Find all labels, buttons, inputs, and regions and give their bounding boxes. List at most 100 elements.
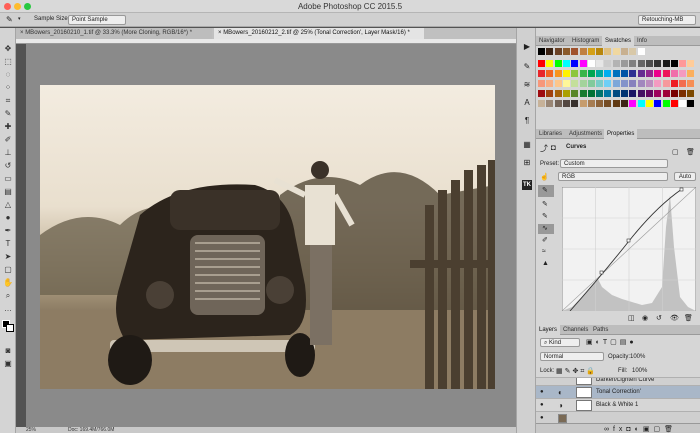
zoom-tool-icon[interactable]: ⌕ <box>3 291 13 301</box>
eye-icon[interactable]: ● <box>540 389 544 395</box>
layer-actions-icons[interactable]: ∞fx◘◐▣▢🗑 <box>604 425 677 433</box>
color-swatch[interactable] <box>554 80 562 87</box>
layer-row[interactable]: ● <box>536 411 700 423</box>
color-swatch[interactable] <box>637 48 645 55</box>
color-swatch[interactable] <box>679 80 687 87</box>
more-tools-icon[interactable]: … <box>3 304 13 314</box>
color-swatch[interactable] <box>571 60 579 67</box>
color-swatch[interactable] <box>596 80 604 87</box>
path-select-tool-icon[interactable]: ➤ <box>3 252 13 262</box>
tab-layers[interactable]: Layers <box>536 325 561 335</box>
color-swatch[interactable] <box>621 48 628 55</box>
on-image-adjust-icon[interactable]: ☝ <box>540 173 549 181</box>
gradient-tool-icon[interactable]: ▤ <box>3 187 13 197</box>
edit-points-icon[interactable]: ∿ <box>538 224 554 234</box>
lock-icons[interactable]: ▦✎✥⌗🔒 <box>556 367 597 376</box>
color-swatch[interactable] <box>587 48 595 55</box>
tab-histogram[interactable]: Histogram <box>569 36 602 46</box>
color-swatch[interactable] <box>604 100 612 107</box>
color-swatch[interactable] <box>654 80 662 87</box>
layer-comps-icon[interactable]: ▦ <box>522 140 532 150</box>
canvas-area[interactable] <box>26 44 516 430</box>
color-swatch[interactable] <box>612 90 620 97</box>
color-swatch[interactable] <box>604 80 612 87</box>
hand-tool-icon[interactable]: ✋ <box>3 278 13 288</box>
color-swatch[interactable] <box>670 80 678 87</box>
delete-adjustment-icon[interactable]: 🗑 <box>684 314 693 322</box>
channel-select[interactable]: RGB <box>558 172 668 181</box>
color-swatch[interactable] <box>546 90 554 97</box>
document-tab-active[interactable]: × MBowers_20160212_2.tif @ 25% (Tonal Co… <box>214 28 424 39</box>
color-swatch[interactable] <box>612 60 620 67</box>
color-swatch[interactable] <box>538 60 545 67</box>
opacity-value[interactable]: 100% <box>630 354 645 360</box>
history-brush-tool-icon[interactable]: ↺ <box>3 161 13 171</box>
adjust-icon[interactable]: ≋ <box>522 80 532 90</box>
reset-icon[interactable]: ↺ <box>656 314 662 322</box>
color-swatch[interactable] <box>637 80 645 87</box>
layer-filter-icons[interactable]: ▣◐T▢▤● <box>586 338 637 346</box>
document-tab-close-icon[interactable]: × <box>218 30 222 36</box>
tool-preset-chevron-icon[interactable]: ▾ <box>18 16 21 22</box>
color-swatch[interactable] <box>587 70 595 77</box>
color-swatch[interactable] <box>562 90 570 97</box>
color-swatch[interactable] <box>546 60 554 67</box>
color-swatch[interactable] <box>587 90 595 97</box>
eye-icon[interactable]: ● <box>540 402 544 408</box>
color-swatch[interactable] <box>571 80 579 87</box>
zoom-level[interactable]: 25% <box>26 427 36 433</box>
color-swatch[interactable] <box>662 80 670 87</box>
color-swatch[interactable] <box>621 80 628 87</box>
color-swatch[interactable] <box>596 100 604 107</box>
color-swatch[interactable] <box>579 60 587 67</box>
color-swatch[interactable] <box>604 60 612 67</box>
color-swatch[interactable] <box>538 48 545 55</box>
rectangle-tool-icon[interactable]: ▢ <box>3 265 13 275</box>
lasso-tool-icon[interactable]: ◌ <box>3 70 13 80</box>
color-swatch[interactable] <box>538 80 545 87</box>
color-swatch[interactable] <box>546 70 554 77</box>
tab-info[interactable]: Info <box>634 36 650 46</box>
quick-select-tool-icon[interactable]: ⁘ <box>3 83 13 93</box>
color-swatch[interactable] <box>662 60 670 67</box>
document-tab-close-icon[interactable]: × <box>20 30 24 36</box>
color-swatch[interactable] <box>629 90 637 97</box>
color-swatch[interactable] <box>604 48 612 55</box>
color-swatch[interactable] <box>546 80 554 87</box>
color-swatch[interactable] <box>554 90 562 97</box>
color-swatch[interactable] <box>579 70 587 77</box>
color-swatch[interactable] <box>621 100 628 107</box>
color-swatch[interactable] <box>662 100 670 107</box>
color-swatch[interactable] <box>587 60 595 67</box>
tab-channels[interactable]: Channels <box>560 325 591 335</box>
color-swatch[interactable] <box>679 60 687 67</box>
color-swatch[interactable] <box>604 70 612 77</box>
view-previous-icon[interactable]: ◉ <box>642 314 648 322</box>
color-swatch[interactable] <box>579 48 587 55</box>
character-icon[interactable]: A <box>522 98 532 108</box>
color-swatch[interactable] <box>679 70 687 77</box>
layer-row[interactable]: ● ◑ Black & White 1 <box>536 398 700 411</box>
color-swatch[interactable] <box>687 60 695 67</box>
draw-curve-icon[interactable]: ✐ <box>542 236 548 244</box>
move-tool-icon[interactable]: ✥ <box>3 44 13 54</box>
color-swatch[interactable] <box>546 100 554 107</box>
layer-thumbnail[interactable] <box>558 414 567 423</box>
sample-gray-point-icon[interactable]: ✎ <box>542 200 548 208</box>
color-swatch[interactable] <box>538 90 545 97</box>
color-swatch[interactable] <box>562 70 570 77</box>
clone-stamp-tool-icon[interactable]: ⊥ <box>3 148 13 158</box>
sample-black-point-icon[interactable]: ✎ <box>538 185 554 197</box>
dodge-tool-icon[interactable]: ● <box>3 213 13 223</box>
brush-presets-icon[interactable]: ✎ <box>522 62 532 72</box>
visibility-toggle-icon[interactable]: 👁 <box>670 314 679 322</box>
color-swatch[interactable] <box>645 90 653 97</box>
sample-white-point-icon[interactable]: ✎ <box>542 212 548 220</box>
screen-mode-icon[interactable]: ▣ <box>3 359 13 369</box>
color-swatch[interactable] <box>654 90 662 97</box>
color-swatch[interactable] <box>579 100 587 107</box>
color-swatch[interactable] <box>571 100 579 107</box>
color-swatch[interactable] <box>604 90 612 97</box>
layer-mask-thumbnail[interactable] <box>576 378 592 385</box>
color-swatch[interactable] <box>554 70 562 77</box>
